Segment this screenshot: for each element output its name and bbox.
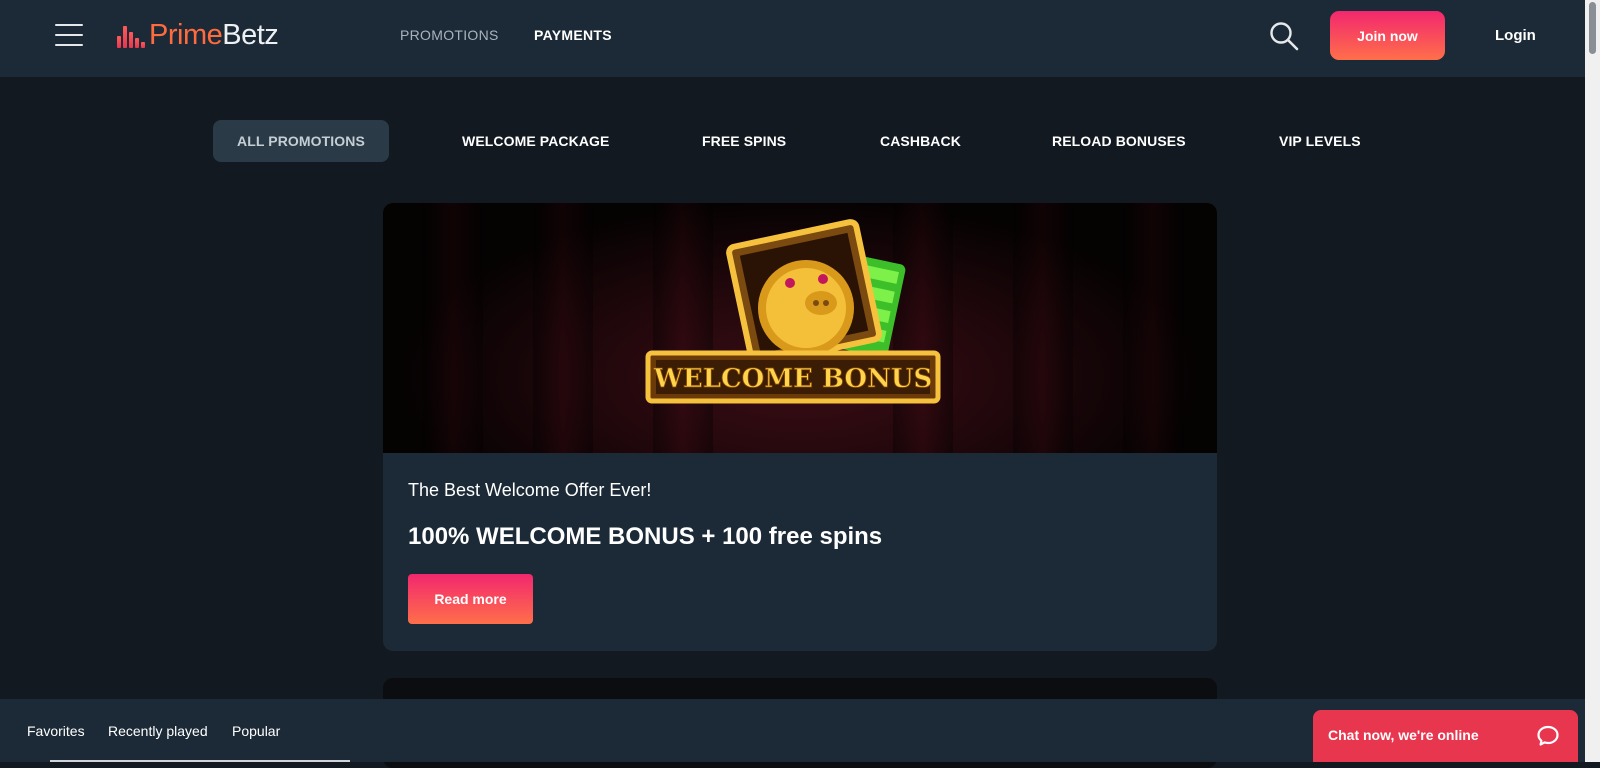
tab-free-spins[interactable]: FREE SPINS: [702, 120, 786, 162]
tab-cashback[interactable]: CASHBACK: [880, 120, 961, 162]
logo-prime: Prime: [149, 19, 223, 51]
chat-bubble-icon: [1536, 724, 1560, 748]
welcome-bonus-artwork: WELCOME BONUS: [645, 219, 941, 404]
login-link[interactable]: Login: [1495, 27, 1536, 44]
promo-card-welcome-bonus: WELCOME BONUS The Best Welcome Offer Eve…: [383, 203, 1217, 651]
logo-betz: Betz: [222, 19, 279, 51]
tab-all-promotions[interactable]: ALL PROMOTIONS: [213, 120, 389, 162]
promo-subtitle: The Best Welcome Offer Ever!: [408, 480, 652, 500]
logo-bars-icon: [117, 22, 145, 48]
hamburger-menu-icon[interactable]: [55, 24, 83, 46]
tab-welcome-package[interactable]: WELCOME PACKAGE: [462, 120, 609, 162]
banner-welcome-bonus-text: WELCOME BONUS: [653, 364, 933, 394]
page-scrollbar[interactable]: [1585, 0, 1600, 762]
chat-label: Chat now, we're online: [1328, 727, 1479, 743]
promotion-category-tabs: ALL PROMOTIONS WELCOME PACKAGE FREE SPIN…: [0, 120, 1585, 162]
bottom-link-favorites[interactable]: Favorites: [27, 723, 85, 739]
logo-text: PrimeBetz: [149, 17, 279, 53]
live-chat-widget[interactable]: Chat now, we're online: [1313, 710, 1578, 762]
promo-title: 100% WELCOME BONUS + 100 free spins: [408, 523, 883, 550]
top-header: PrimeBetz PROMOTIONS PAYMENTS Join now L…: [0, 0, 1585, 77]
bottom-link-recently-played[interactable]: Recently played: [108, 723, 208, 739]
join-now-button[interactable]: Join now: [1330, 11, 1445, 60]
scrollbar-thumb[interactable]: [1589, 2, 1596, 54]
read-more-button[interactable]: Read more: [408, 574, 533, 624]
search-icon[interactable]: [1268, 20, 1300, 52]
nav-payments[interactable]: PAYMENTS: [534, 27, 612, 43]
primebetz-logo[interactable]: PrimeBetz: [117, 17, 279, 53]
promo-banner-image[interactable]: WELCOME BONUS: [383, 203, 1217, 453]
tab-vip-levels[interactable]: VIP LEVELS: [1279, 120, 1361, 162]
tab-reload-bonuses[interactable]: RELOAD BONUSES: [1052, 120, 1186, 162]
bottom-link-popular[interactable]: Popular: [232, 723, 280, 739]
nav-promotions[interactable]: PROMOTIONS: [400, 27, 499, 43]
